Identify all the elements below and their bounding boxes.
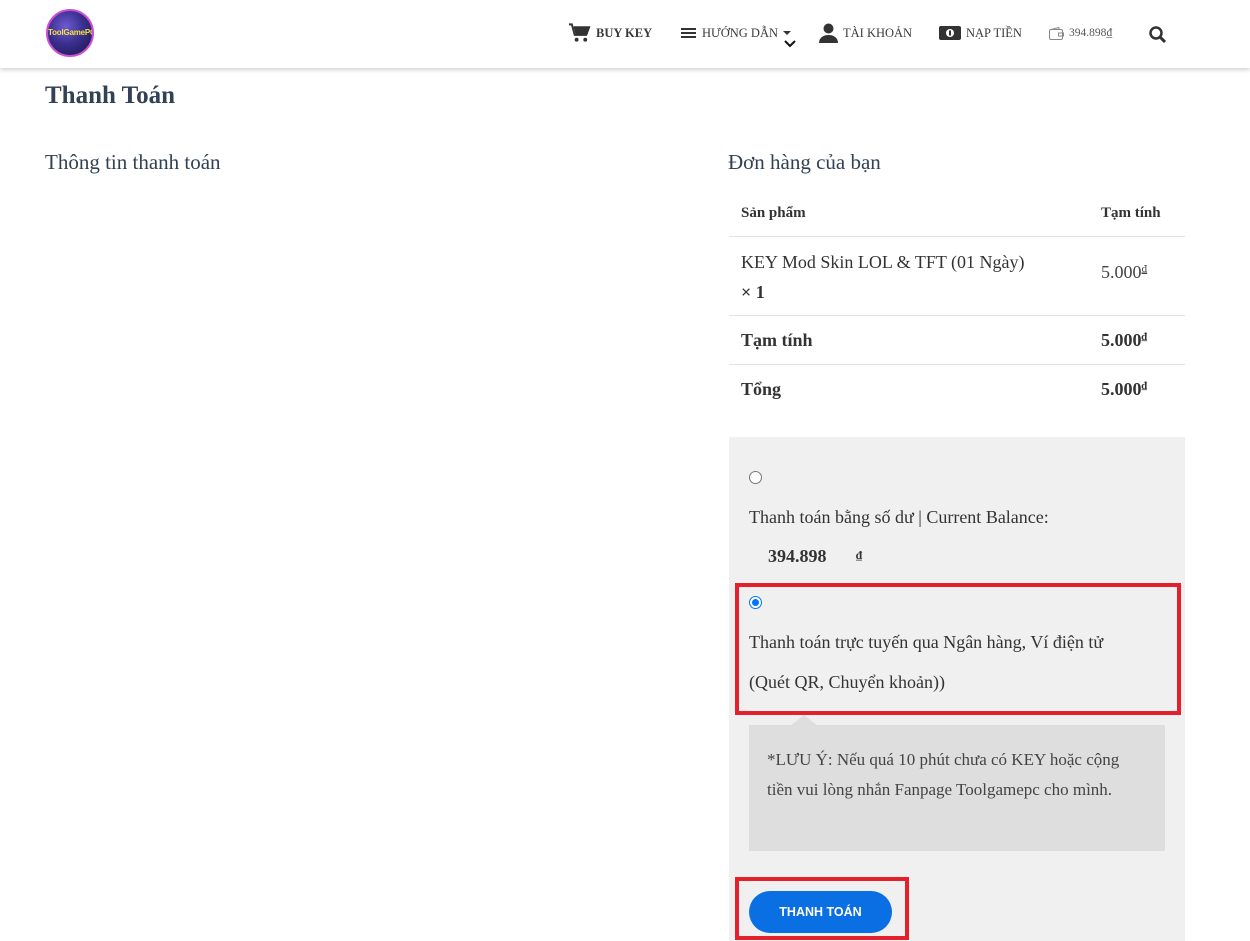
order-item-name: KEY Mod Skin LOL & TFT (01 Ngày) × 1: [741, 247, 1081, 307]
nav-nap-tien[interactable]: NẠP TIỀN: [939, 22, 1022, 44]
item-name: KEY Mod Skin LOL & TFT (01 Ngày): [741, 252, 1025, 272]
payment-online-radio[interactable]: [749, 596, 762, 609]
subtotal-value: 5.000₫: [1101, 330, 1148, 350]
wallet-icon: [1049, 26, 1064, 40]
nav-balance-label: 394.898₫: [1069, 27, 1113, 39]
user-icon: [819, 23, 838, 43]
payment-balance-radio[interactable]: [749, 471, 762, 484]
payment-balance-label[interactable]: Thanh toán bằng số dư | Current Balance:: [749, 507, 1049, 528]
nav-buy-key[interactable]: BUY KEY: [568, 22, 652, 44]
chevron-down-icon[interactable]: [784, 39, 796, 49]
nav-balance[interactable]: 394.898₫: [1049, 22, 1112, 44]
total-value: 5.000₫: [1101, 379, 1148, 399]
order-table-header: Sản phẩm Tạm tính: [729, 190, 1185, 237]
col-product-header: Sản phẩm: [741, 205, 806, 221]
balance-currency: ₫: [856, 548, 863, 562]
balance-value: 394.898: [768, 546, 827, 566]
order-total-row: Tổng 5.000₫: [729, 365, 1185, 414]
subtotal-label: Tạm tính: [741, 330, 813, 350]
payment-note: *LƯU Ý: Nếu quá 10 phút chưa có KEY hoặc…: [749, 725, 1165, 851]
caret-icon: [783, 31, 792, 35]
menu-icon: [681, 28, 696, 38]
pay-button[interactable]: THANH TOÁN: [749, 891, 892, 933]
order-item-row: KEY Mod Skin LOL & TFT (01 Ngày) × 1 5.0…: [729, 237, 1185, 316]
nav-tai-khoan[interactable]: TÀI KHOẢN: [819, 22, 912, 44]
payment-online-label-line2[interactable]: (Quét QR, Chuyển khoản)): [749, 672, 945, 693]
item-price: 5.000₫: [1101, 262, 1148, 282]
money-icon: [939, 26, 961, 40]
nav-tai-khoan-label: TÀI KHOẢN: [843, 25, 913, 40]
search-icon[interactable]: [1149, 26, 1166, 43]
cart-icon: [568, 23, 591, 42]
order-subtotal-row: Tạm tính 5.000₫: [729, 316, 1185, 365]
page-title: Thanh Toán: [45, 82, 175, 109]
order-title: Đơn hàng của bạn: [728, 150, 881, 174]
nav-huong-dan[interactable]: HƯỚNG DẪN: [681, 22, 797, 44]
col-subtotal-header: Tạm tính: [1101, 205, 1161, 221]
item-qty: × 1: [741, 282, 765, 302]
nav-huong-dan-label: HƯỚNG DẪN: [702, 25, 779, 40]
site-logo[interactable]: ToolGamePC: [46, 9, 94, 57]
nav-nap-tien-label: NẠP TIỀN: [966, 25, 1022, 40]
total-label: Tổng: [741, 379, 782, 399]
order-table: Sản phẩm Tạm tính KEY Mod Skin LOL & TFT…: [729, 190, 1185, 414]
logo-text: ToolGamePC: [48, 28, 94, 37]
site-header: ToolGamePC BUY KEY HƯỚNG DẪN TÀI KHOẢN N…: [0, 0, 1250, 68]
payment-online-label-line1[interactable]: Thanh toán trực tuyến qua Ngân hàng, Ví …: [749, 632, 1103, 653]
billing-title: Thông tin thanh toán: [45, 150, 221, 174]
nav-buy-key-label: BUY KEY: [596, 25, 653, 40]
